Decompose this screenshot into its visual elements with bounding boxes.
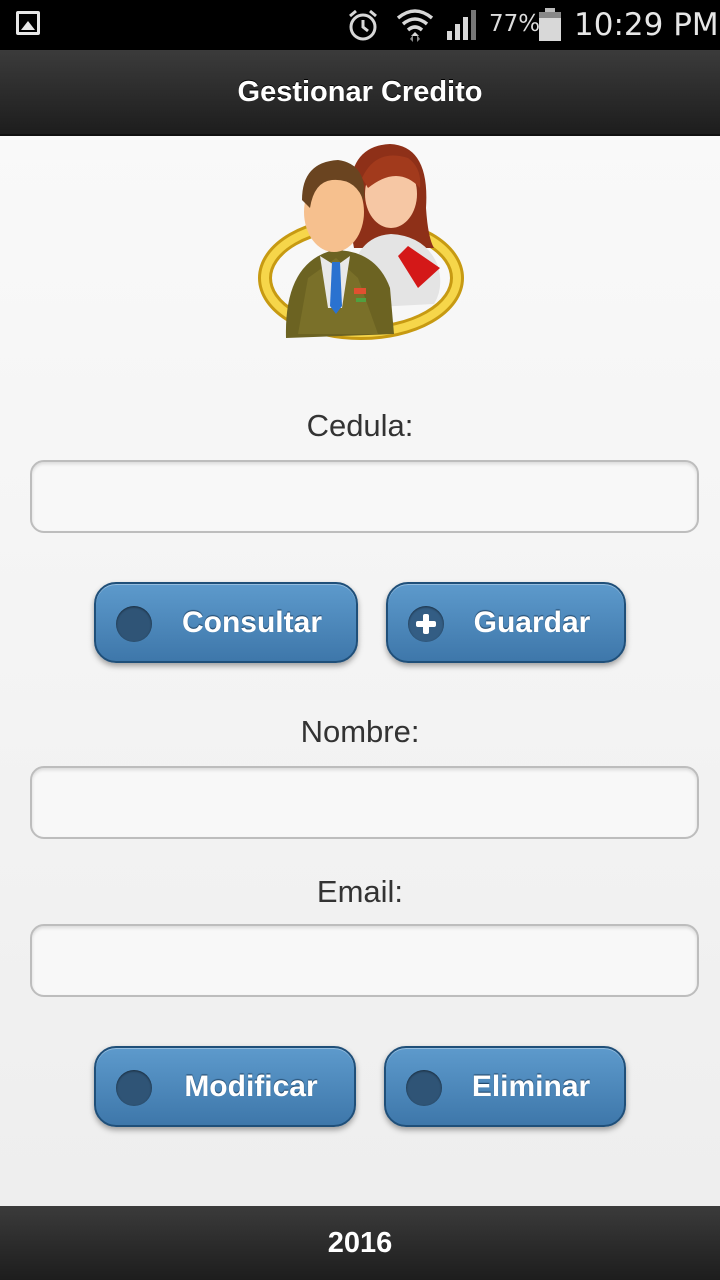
circle-icon <box>406 1070 442 1106</box>
modificar-button-label: Modificar <box>184 1070 318 1103</box>
alarm-icon <box>349 9 377 41</box>
consultar-button-label: Consultar <box>181 606 322 639</box>
email-input[interactable] <box>30 924 699 997</box>
circle-icon <box>116 606 152 642</box>
signal-icon <box>447 10 476 40</box>
wifi-icon <box>396 9 434 42</box>
gallery-notification-icon <box>16 11 40 35</box>
guardar-button-label: Guardar <box>473 606 591 639</box>
cedula-input[interactable] <box>30 460 699 533</box>
email-label: Email: <box>316 874 404 909</box>
nombre-label: Nombre: <box>300 714 420 749</box>
eliminar-button[interactable]: Eliminar <box>384 1046 626 1127</box>
battery-icon <box>539 8 561 41</box>
app-footer: 2016 <box>0 1206 720 1280</box>
eliminar-button-label: Eliminar <box>471 1070 591 1103</box>
app-header: Gestionar Credito <box>0 50 720 136</box>
modificar-button[interactable]: Modificar <box>94 1046 356 1127</box>
guardar-button[interactable]: Guardar <box>386 582 626 663</box>
circle-icon <box>116 1070 152 1106</box>
battery-percentage: 77% <box>489 11 541 37</box>
status-time: 10:29 PM <box>574 7 719 43</box>
users-logo-icon <box>258 144 464 340</box>
main-content: Cedula: Consultar Guardar Nombre: Email:… <box>0 136 720 1206</box>
nombre-input[interactable] <box>30 766 699 839</box>
cedula-label: Cedula: <box>306 408 414 443</box>
footer-year: 2016 <box>327 1226 393 1259</box>
consultar-button[interactable]: Consultar <box>94 582 358 663</box>
status-bar: 77% 10:29 PM <box>0 0 720 50</box>
page-title: Gestionar Credito <box>237 75 483 108</box>
plus-icon <box>408 606 444 642</box>
